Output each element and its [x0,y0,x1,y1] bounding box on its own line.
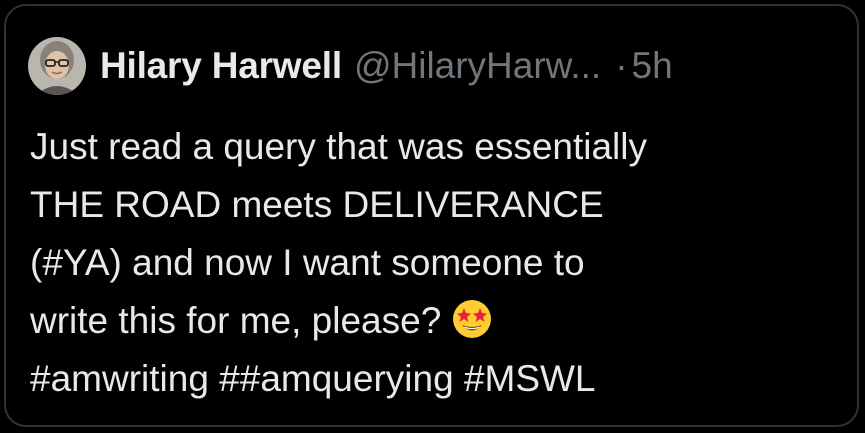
tweet-line: THE ROAD meets DELIVERANCE [30,184,604,225]
tweet-line: (#YA) and now I want someone to [30,242,585,283]
star-struck-emoji-icon [451,298,493,340]
author-name[interactable]: Hilary Harwell [100,45,342,87]
tweet-text: Just read a query that was essentially T… [30,118,850,408]
tweet-line: Just read a query that was essentially [30,126,647,167]
avatar[interactable] [28,37,86,95]
tweet-line-with-emoji: write this for me, please? [30,292,850,350]
author-handle[interactable]: @HilaryHarw... [354,45,601,87]
hashtags-line[interactable]: #amwriting ##amquerying #MSWL [30,350,850,408]
separator-dot: · [615,45,628,86]
timestamp[interactable]: 5h [632,45,673,87]
tweet-header: Hilary Harwell @HilaryHarw... · 5h [28,36,673,96]
tweet-card[interactable]: Hilary Harwell @HilaryHarw... · 5h Just … [4,4,859,427]
tweet-line: write this for me, please? [30,300,442,341]
